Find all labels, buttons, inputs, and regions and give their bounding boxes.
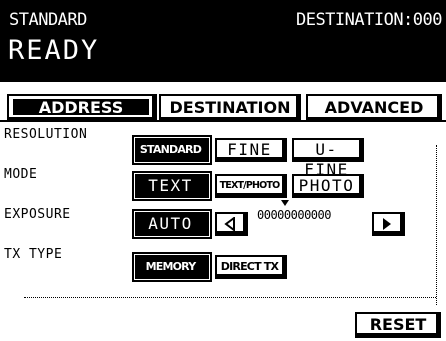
reset-button[interactable]: RESET <box>355 312 441 338</box>
exposure-scale: 00000000000 <box>257 208 331 222</box>
exposure-label: EXPOSURE <box>4 207 71 222</box>
mode-label: MODE <box>4 167 38 182</box>
destination-counter: DESTINATION:000 <box>295 10 443 30</box>
tab-destination[interactable]: DESTINATION <box>159 94 301 122</box>
resolution-label: RESOLUTION <box>4 127 88 142</box>
triangle-left-icon <box>224 216 235 232</box>
exposure-level-marker <box>281 200 289 206</box>
mode-indicator: STANDARD <box>9 10 87 30</box>
tab-address-label: ADDRESS <box>13 99 149 117</box>
resolution-fine-button[interactable]: FINE <box>215 138 287 162</box>
status-header: STANDARD DESTINATION:000 READY <box>0 0 446 82</box>
mode-text-button[interactable]: TEXT <box>132 171 212 201</box>
machine-status: READY <box>8 35 100 66</box>
mode-text-photo-button[interactable]: TEXT/PHOTO <box>215 174 287 198</box>
tx-direct-button[interactable]: DIRECT TX <box>215 255 287 279</box>
triangle-right-icon <box>383 218 391 230</box>
exposure-darker-button[interactable] <box>372 212 405 236</box>
mode-photo-button[interactable]: PHOTO <box>292 174 364 198</box>
exposure-auto-button[interactable]: AUTO <box>132 209 212 239</box>
panel-divider-horizontal <box>24 297 436 298</box>
tab-destination-label: DESTINATION <box>169 98 291 117</box>
tab-advanced[interactable]: ADVANCED <box>306 94 442 122</box>
panel-divider-vertical <box>436 145 437 305</box>
tx-type-label: TX TYPE <box>4 247 63 262</box>
resolution-ufine-button[interactable]: U-FINE <box>292 138 364 179</box>
exposure-lighter-button[interactable] <box>215 212 248 236</box>
tab-address[interactable]: ADDRESS <box>7 94 157 122</box>
tx-memory-button[interactable]: MEMORY TX <box>132 252 212 293</box>
tab-advanced-label: ADVANCED <box>324 98 424 117</box>
resolution-standard-button[interactable]: STANDARD <box>132 135 212 165</box>
